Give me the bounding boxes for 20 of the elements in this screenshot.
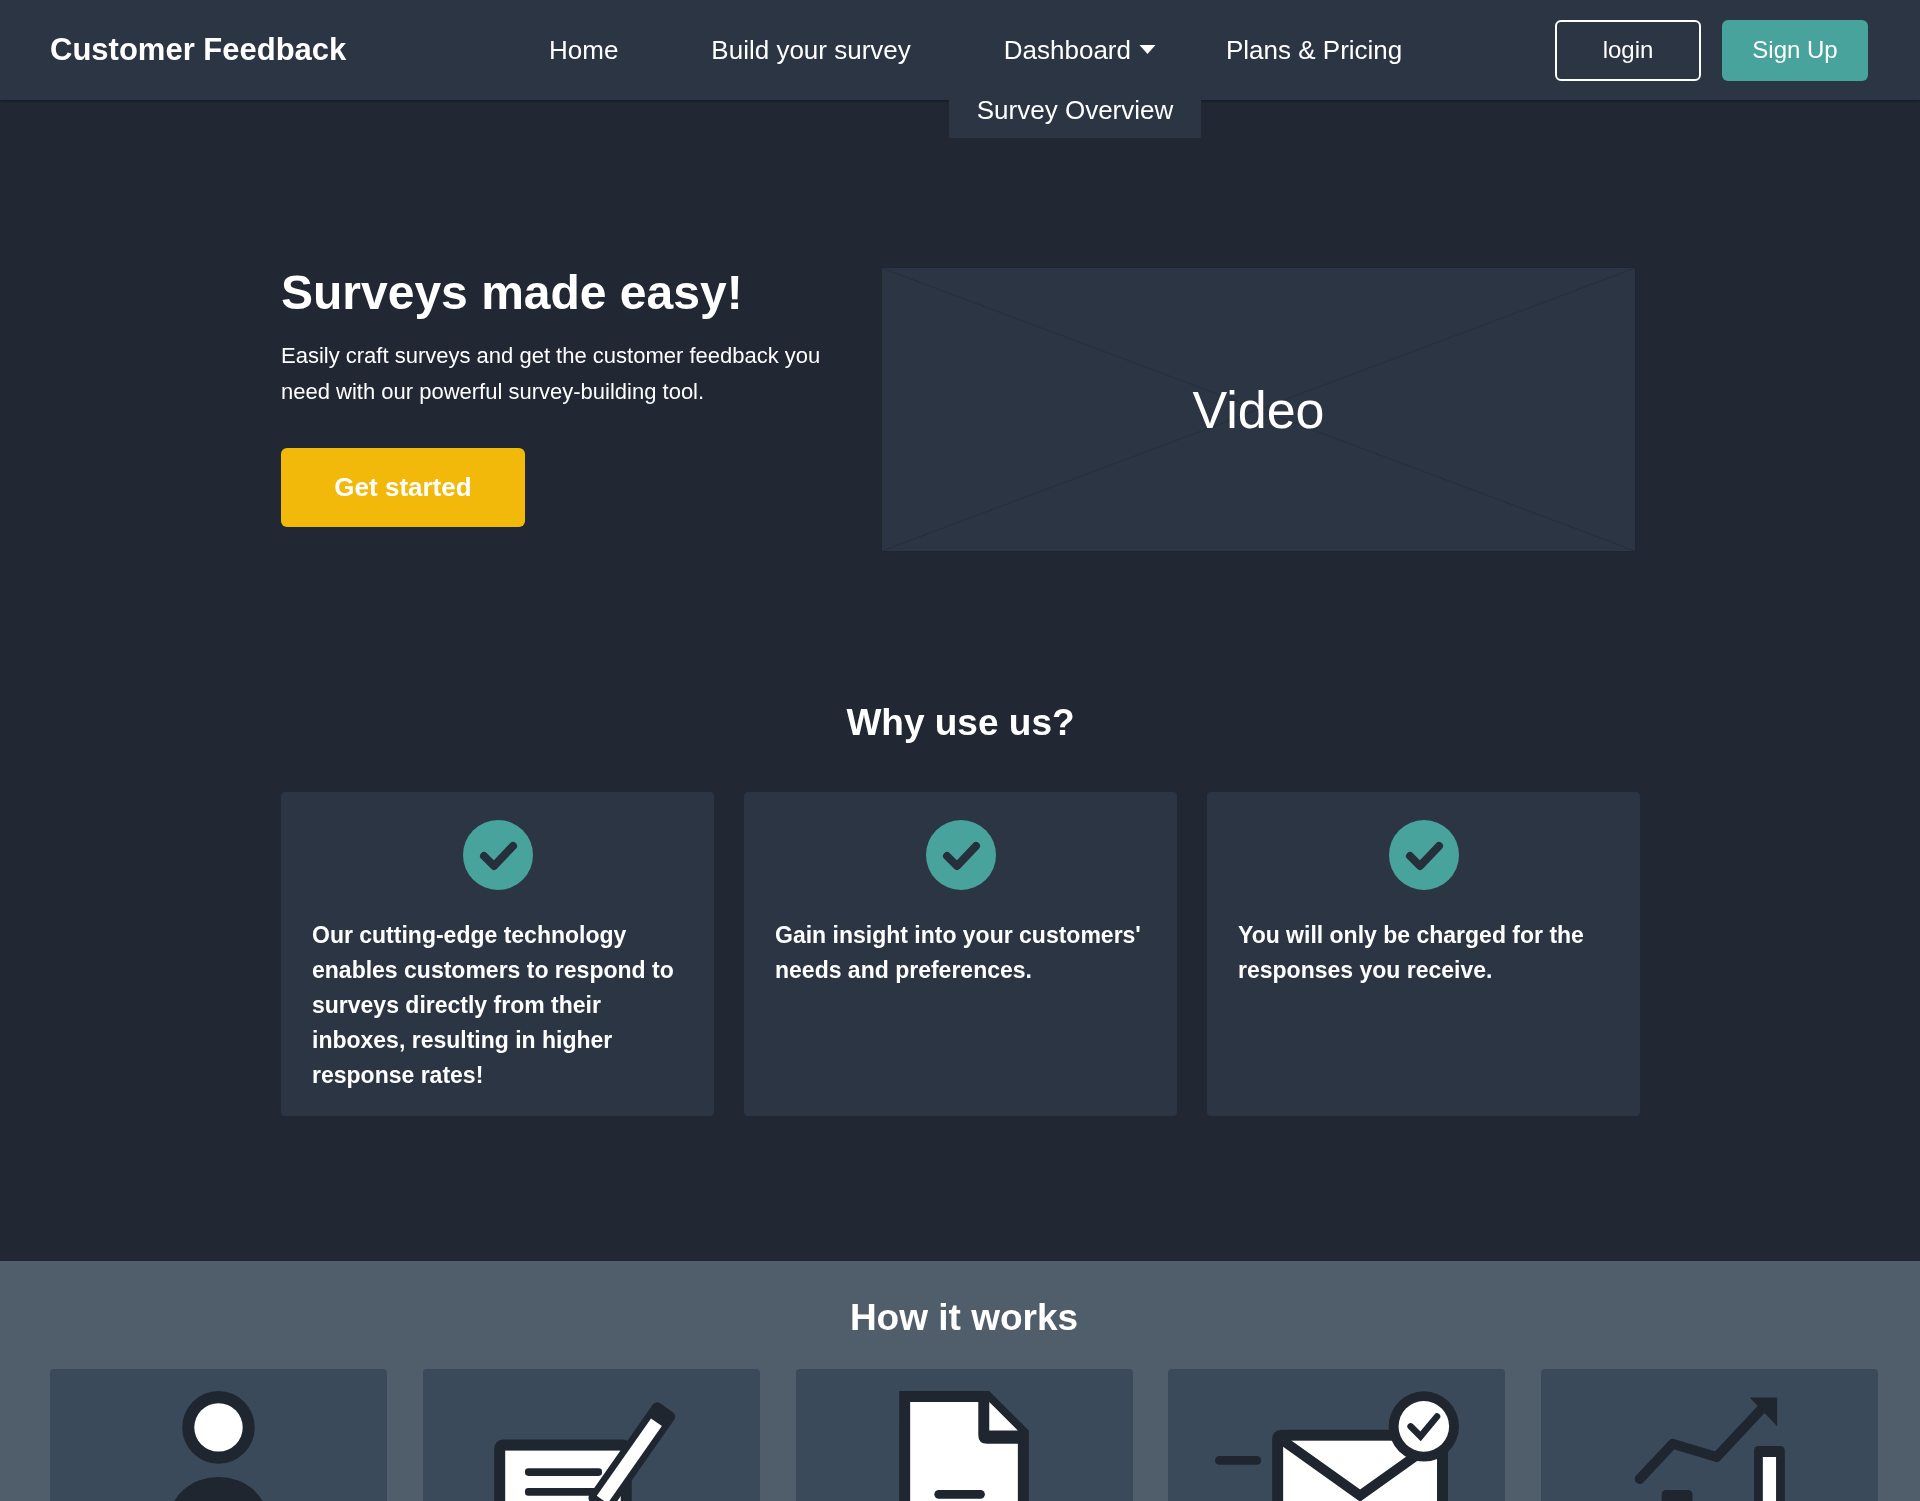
- check-circle-icon: [926, 820, 996, 890]
- feature-text: Our cutting-edge technology enables customers to respond to surveys directly from their inboxes, resulting in higher response rates!: [312, 921, 675, 1090]
- brand-logo[interactable]: Customer Feedback: [50, 32, 549, 68]
- feature-text: You will only be charged for the responses you receive.: [1238, 921, 1585, 985]
- nav-link[interactable]: Build your survey: [711, 34, 911, 66]
- nav-link[interactable]: Home: [549, 34, 619, 66]
- hero-heading: Surveys made easy!: [281, 267, 744, 320]
- nav-link[interactable]: Plans & Pricing: [1226, 34, 1403, 66]
- feature-text: Gain insight into your customers' needs and preferences.: [775, 921, 1142, 985]
- section-heading: Why use us?: [845, 702, 1076, 744]
- check-circle-icon: [463, 820, 533, 890]
- hero-description: Easily craft surveys and get the customer feedback you need with our powerful survey-building tool.: [281, 341, 822, 406]
- video-placeholder[interactable]: Video: [881, 267, 1636, 552]
- nav-link[interactable]: Dashboard: [1003, 34, 1156, 66]
- video-label: Video: [1192, 379, 1325, 440]
- check-circle-icon: [1389, 820, 1459, 890]
- dropdown-item[interactable]: Survey Overview: [976, 94, 1174, 126]
- login-button[interactable]: login: [1555, 19, 1701, 81]
- section-heading: How it works: [848, 1297, 1080, 1339]
- caret-icon: [1139, 45, 1156, 55]
